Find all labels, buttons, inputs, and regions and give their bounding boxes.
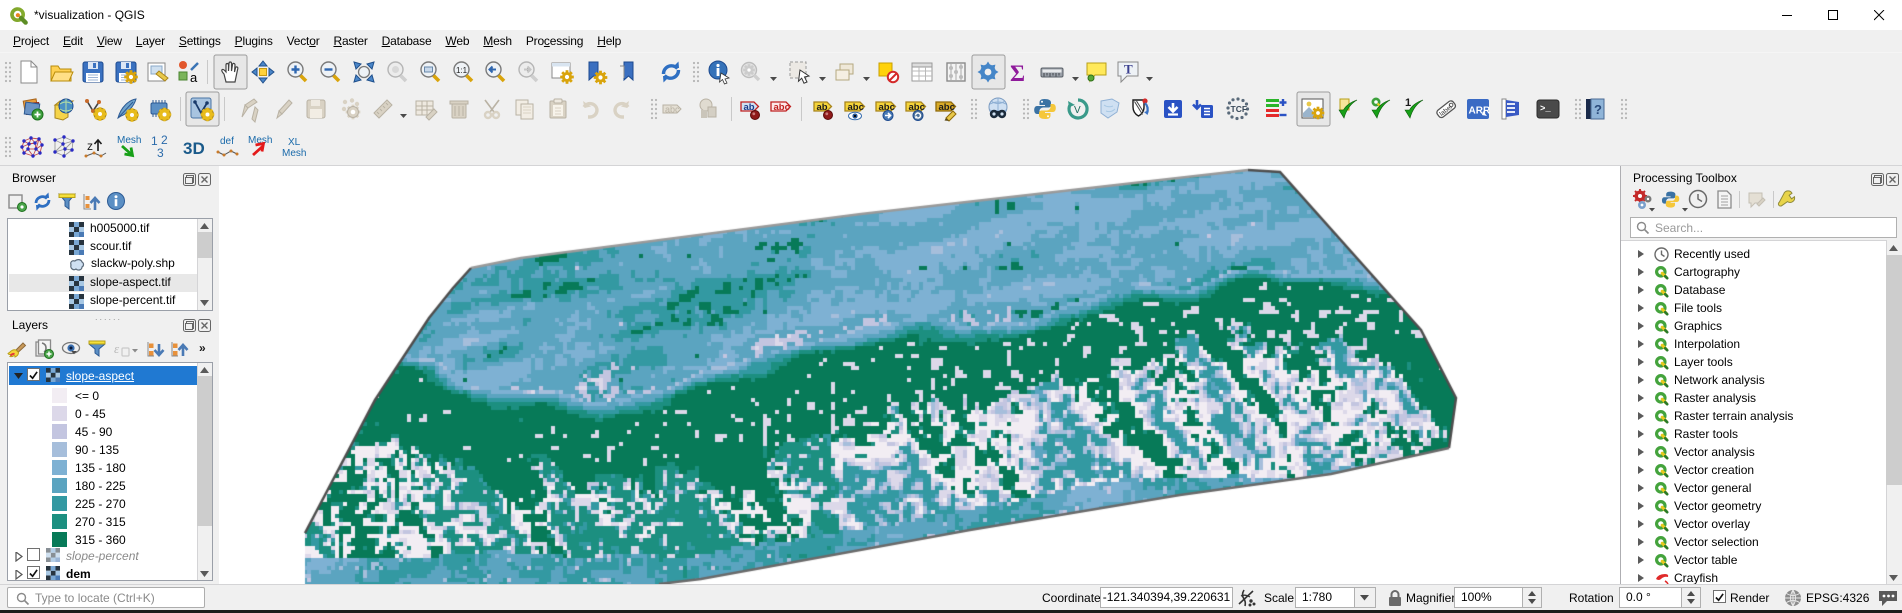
svg-text:abc: abc <box>848 102 864 113</box>
svg-text:V: V <box>1074 105 1081 116</box>
svg-text:Mesh: Mesh <box>117 135 141 146</box>
svg-text:ARR: ARR <box>1469 106 1491 117</box>
svg-text:a: a <box>190 70 198 85</box>
svg-text:ε: ε <box>114 341 120 356</box>
svg-text:z: z <box>87 139 93 153</box>
svg-text:XL: XL <box>288 137 301 148</box>
svg-text:Σ: Σ <box>1010 61 1025 86</box>
svg-text:?: ? <box>1594 102 1602 117</box>
svg-text:TCF: TCF <box>1231 104 1248 114</box>
svg-text:Mesh: Mesh <box>282 148 306 159</box>
svg-text:2: 2 <box>161 133 168 147</box>
svg-text:abc: abc <box>665 105 680 115</box>
svg-text:abc: abc <box>774 102 790 113</box>
svg-text:3D: 3D <box>183 139 205 158</box>
svg-text:T: T <box>1124 62 1133 77</box>
svg-text:def: def <box>220 136 234 147</box>
svg-text:3: 3 <box>157 146 164 160</box>
svg-text:>_: >_ <box>1540 104 1551 114</box>
svg-text:1:1: 1:1 <box>456 66 468 75</box>
svg-text:»: » <box>199 341 206 355</box>
svg-text:1: 1 <box>1405 97 1411 109</box>
